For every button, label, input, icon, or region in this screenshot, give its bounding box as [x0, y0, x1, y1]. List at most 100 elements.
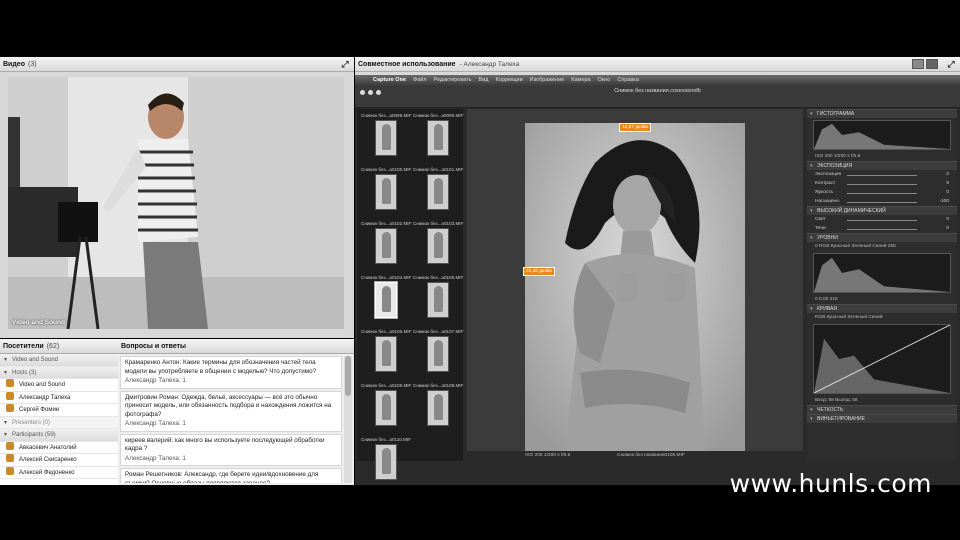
slider-track[interactable] [847, 184, 917, 185]
question-item[interactable]: Роман Решетников: Александр, где берете … [120, 468, 342, 483]
menu-item[interactable]: Окно [598, 77, 611, 83]
thumbnail-caption: Снимок без...a0101.MIF [413, 167, 464, 172]
thumbnail[interactable]: Снимок без...a0109.MIF [413, 383, 464, 435]
qa-title: Вопросы и ответы [121, 343, 187, 350]
thumbnail[interactable]: Снимок без...a0110.MIF [361, 437, 412, 489]
adjust-slider[interactable]: Насыщенн. -100 [807, 197, 957, 206]
thumbnail[interactable]: Снимок без...a0099.MIF [413, 113, 464, 165]
thumbnail-image [427, 336, 449, 372]
attendee-label: Александр Талеха [19, 394, 71, 401]
attendee-label: Алексей Скисаренко [19, 457, 77, 463]
attendee-row[interactable]: Александр Талеха [0, 391, 118, 404]
tool-section-header[interactable]: КРИВАЯ [807, 304, 957, 313]
adjust-slider[interactable]: Яркость 0 [807, 188, 957, 197]
attendee-row[interactable]: ▾ Hosts (3) [0, 366, 118, 379]
video-feed: Video and Sound [8, 77, 344, 329]
thumbnail[interactable]: Снимок без...a0100.MIF [361, 167, 411, 219]
view-mode-icon[interactable] [912, 59, 924, 69]
thumbnail-image [375, 120, 397, 156]
answer-text: Александр Талеха: 1 [125, 377, 186, 384]
menu-item[interactable]: Файл [413, 77, 427, 83]
tool-section-header[interactable]: ГИСТОГРАММА [807, 109, 957, 118]
attendee-row[interactable]: ▾ Video and Sound [0, 354, 118, 367]
levels-graph[interactable] [813, 253, 951, 293]
thumbnail-image [375, 444, 397, 480]
tool-section-header[interactable]: УРОВНИ [807, 233, 957, 242]
attendee-row[interactable]: Алексей Скисаренко [0, 454, 118, 467]
user-icon [6, 391, 14, 400]
attendee-label: Presenters (0) [12, 419, 51, 426]
fullscreen-icon[interactable]: ⤢ [340, 59, 350, 69]
menu-item[interactable]: Изображение [530, 77, 565, 83]
menu-item[interactable]: Коррекции [496, 77, 523, 83]
tool-section-header[interactable]: ЧЕТКОСТЬ [807, 405, 957, 414]
viewer-status-bar: ISO 200 1/200 s f/5.6 Снимок без названи… [467, 451, 803, 461]
question-item[interactable]: киреев валерий: как много вы используете… [120, 433, 342, 466]
thumbnail-caption: Снимок без...a0110.MIF [361, 437, 412, 442]
attendee-row[interactable]: ▾ Presenters (0) [0, 416, 118, 429]
tool-section-header[interactable]: ВИНЬЕТИРОВАНИЕ [807, 414, 957, 423]
share-header: Совместное использование - Александр Тале… [355, 57, 960, 72]
menu-item[interactable]: Редактировать [434, 77, 472, 83]
thumbnail[interactable]: Снимок без...a0102.MIF [361, 221, 411, 273]
slider-track[interactable] [847, 193, 917, 194]
info-line: ISO 200 1/200 s f/5.6 [815, 154, 861, 159]
question-text: Роман Решетников: Александр, где берете … [125, 471, 319, 483]
attendee-row[interactable]: Алексей Федоненко [0, 466, 118, 479]
thumbnail[interactable]: Снимок без...a0107.MIF [413, 329, 463, 381]
slider-label: Яркость [815, 190, 834, 195]
thumbnail[interactable]: Снимок без...a0105.MIF [413, 275, 463, 327]
fit-view-icon[interactable] [926, 59, 938, 69]
menu-item[interactable]: Камера [571, 77, 590, 83]
attendee-label: Авкасевич Анатолий [19, 444, 77, 451]
thumbnail[interactable]: Снимок без...a0103.MIF [413, 221, 463, 273]
user-icon [6, 441, 14, 450]
question-item[interactable]: Дмитровин Роман: Одежда, бельё, аксессуа… [120, 390, 342, 432]
menu-item[interactable]: Справка [617, 77, 639, 83]
slider-track[interactable] [847, 175, 917, 176]
question-text: киреев валерий: как много вы используете… [125, 436, 325, 453]
thumbnail[interactable]: Снимок без...a0108.MIF [361, 383, 411, 435]
question-text: Дмитровин Роман: Одежда, бельё, аксессуа… [125, 393, 332, 418]
adjust-slider[interactable]: Контраст 8 [807, 179, 957, 188]
tool-section-header[interactable]: ВЫСОКИЙ ДИНАМИЧЕСКИЙ [807, 206, 957, 215]
adjust-slider[interactable]: Свет 0 [807, 215, 957, 224]
attendees-header: Посетители (62) [0, 339, 118, 354]
attendee-label: Video and Sound [19, 382, 65, 388]
levels-svg [814, 257, 950, 292]
menu-item[interactable]: Capture One [373, 77, 406, 83]
attendee-row[interactable]: ▾ Participants (59) [0, 429, 118, 442]
slider-track[interactable] [847, 229, 917, 230]
qa-scrollbar[interactable] [344, 356, 352, 483]
thumbnail[interactable]: Снимок без...a0106.MIF [361, 329, 411, 381]
share-title: Совместное использование [358, 61, 456, 68]
capture-one-window: Capture One Файл Редактировать Вид Коррекции… [355, 75, 960, 485]
video-count: (3) [27, 61, 37, 68]
question-item[interactable]: Крамаренко Антон: Какие термины для обоз… [120, 356, 342, 389]
thumbnail-caption: Снимок без...a0099.MIF [413, 113, 464, 118]
expand-arrow-icon[interactable]: ▾ [4, 429, 12, 441]
thumbnail-browser: Снимок без...a0098.MIF Снимок без...a0099… [357, 109, 464, 480]
expand-arrow-icon[interactable]: ▾ [4, 367, 12, 379]
thumbnail[interactable]: Снимок без...a0101.MIF [413, 167, 464, 219]
app-toolbar: Снимок без названия.cosessiondb [355, 86, 960, 108]
slider-label: Экспозиция [815, 172, 842, 177]
share-fullscreen-icon[interactable]: ⤢ [946, 59, 956, 69]
qa-list[interactable]: Крамаренко Антон: Какие термины для обоз… [120, 356, 342, 483]
thumbnail[interactable]: Снимок без...a0104.MIF [361, 275, 411, 327]
tool-section-header[interactable]: ЭКСПОЗИЦИЯ [807, 161, 957, 170]
adjust-slider[interactable]: Экспозиция 0 [807, 170, 957, 179]
thumbnail[interactable]: Снимок без...a0098.MIF [361, 113, 411, 165]
attendee-row[interactable]: Сергей Фомин [0, 404, 118, 417]
adjust-slider[interactable]: Тени 0 [807, 224, 957, 233]
menu-item[interactable]: Вид [479, 77, 489, 83]
curve-graph[interactable] [813, 324, 951, 394]
thumbnail-caption: Снимок без...a0109.MIF [413, 383, 464, 388]
expand-arrow-icon[interactable]: ▾ [4, 354, 12, 366]
thumbnail-image [427, 120, 449, 156]
attendee-row[interactable]: Video and Sound [0, 379, 118, 392]
attendee-row[interactable]: Авкасевич Анатолий [0, 441, 118, 454]
slider-track[interactable] [847, 202, 917, 203]
expand-arrow-icon[interactable]: ▾ [4, 417, 12, 429]
slider-track[interactable] [847, 220, 917, 221]
